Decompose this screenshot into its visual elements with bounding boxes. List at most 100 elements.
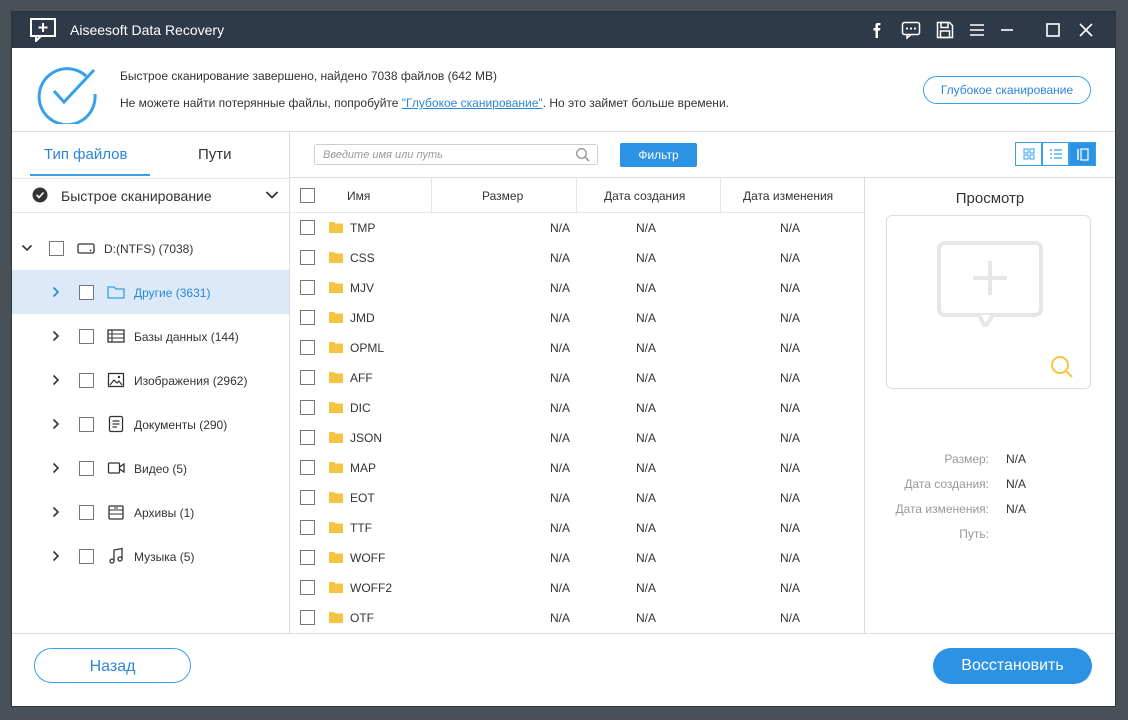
search-input[interactable]: Введите имя или путь xyxy=(314,144,598,165)
deep-scan-link[interactable]: "Глубокое сканирование" xyxy=(402,96,543,110)
sidebar-item[interactable]: Видео (5) xyxy=(12,446,289,490)
chevron-right-icon[interactable] xyxy=(50,374,62,386)
back-button[interactable]: Назад xyxy=(34,648,191,683)
zoom-icon[interactable] xyxy=(1049,354,1075,380)
list-view-icon xyxy=(1050,149,1062,159)
row-checkbox[interactable] xyxy=(300,460,315,475)
table-row[interactable]: WOFF2 N/A N/A N/A xyxy=(290,572,864,602)
folder-icon xyxy=(329,252,343,263)
app-logo-icon xyxy=(30,18,56,42)
chevron-right-icon[interactable] xyxy=(50,286,62,298)
drive-checkbox[interactable] xyxy=(49,241,64,256)
folder-icon xyxy=(329,402,343,413)
scan-mode-selector[interactable]: Быстрое сканирование xyxy=(12,178,289,213)
sidebar-item-checkbox[interactable] xyxy=(79,329,94,344)
folder-icon xyxy=(329,342,343,353)
column-header-created[interactable]: Дата создания xyxy=(604,189,685,203)
chevron-right-icon[interactable] xyxy=(50,418,62,430)
minimize-icon[interactable] xyxy=(996,19,1018,41)
row-checkbox[interactable] xyxy=(300,340,315,355)
file-name: OTF xyxy=(350,611,374,625)
row-checkbox[interactable] xyxy=(300,370,315,385)
column-header-modified[interactable]: Дата изменения xyxy=(743,189,833,203)
table-row[interactable]: CSS N/A N/A N/A xyxy=(290,242,864,272)
select-all-checkbox[interactable] xyxy=(300,188,315,203)
maximize-icon[interactable] xyxy=(1042,19,1064,41)
music-icon xyxy=(109,547,123,564)
table-row[interactable]: EOT N/A N/A N/A xyxy=(290,482,864,512)
table-row[interactable]: MJV N/A N/A N/A xyxy=(290,272,864,302)
row-checkbox[interactable] xyxy=(300,250,315,265)
table-row[interactable]: TTF N/A N/A N/A xyxy=(290,512,864,542)
row-checkbox[interactable] xyxy=(300,490,315,505)
folder-icon xyxy=(329,612,343,623)
sidebar-item-checkbox[interactable] xyxy=(79,461,94,476)
scan-result-header: Быстрое сканирование завершено, найдено … xyxy=(12,48,1115,132)
grid-view-button[interactable] xyxy=(1015,142,1042,166)
sidebar-item-checkbox[interactable] xyxy=(79,505,94,520)
filter-button[interactable]: Фильтр xyxy=(620,143,697,167)
row-checkbox[interactable] xyxy=(300,280,315,295)
chevron-right-icon[interactable] xyxy=(50,462,62,474)
chevron-down-icon[interactable] xyxy=(265,189,279,201)
meta-size-value: N/A xyxy=(1006,452,1027,466)
table-row[interactable]: WOFF N/A N/A N/A xyxy=(290,542,864,572)
sidebar-item-label: Видео (5) xyxy=(134,462,188,476)
row-checkbox[interactable] xyxy=(300,610,315,625)
sidebar-item-checkbox[interactable] xyxy=(79,549,94,564)
tab-file-type[interactable]: Тип файлов xyxy=(44,146,127,163)
table-row[interactable]: TMP N/A N/A N/A xyxy=(290,212,864,242)
folder-icon xyxy=(329,462,343,473)
row-checkbox[interactable] xyxy=(300,520,315,535)
sidebar-item[interactable]: Архивы (1) xyxy=(12,490,289,534)
sidebar-item[interactable]: Базы данных (144) xyxy=(12,314,289,358)
search-icon[interactable] xyxy=(575,147,591,163)
chevron-right-icon[interactable] xyxy=(50,330,62,342)
table-row[interactable]: JSON N/A N/A N/A xyxy=(290,422,864,452)
column-header-name[interactable]: Имя xyxy=(347,189,370,203)
table-row[interactable]: MAP N/A N/A N/A xyxy=(290,452,864,482)
file-name: MJV xyxy=(350,281,374,295)
row-checkbox[interactable] xyxy=(300,220,315,235)
tab-paths[interactable]: Пути xyxy=(198,146,232,163)
file-created: N/A xyxy=(636,551,657,565)
file-modified: N/A xyxy=(780,401,801,415)
sidebar-item[interactable]: Другие (3631) xyxy=(12,270,289,314)
row-checkbox[interactable] xyxy=(300,430,315,445)
row-checkbox[interactable] xyxy=(300,310,315,325)
chevron-right-icon[interactable] xyxy=(50,550,62,562)
table-row[interactable]: OTF N/A N/A N/A xyxy=(290,602,864,632)
deep-scan-button[interactable]: Глубокое сканирование xyxy=(923,76,1091,104)
column-header-size[interactable]: Размер xyxy=(482,189,523,203)
chevron-right-icon[interactable] xyxy=(50,506,62,518)
active-tab-indicator xyxy=(30,174,150,176)
list-view-button[interactable] xyxy=(1042,142,1069,166)
column-divider xyxy=(431,178,432,212)
row-checkbox[interactable] xyxy=(300,550,315,565)
chevron-down-icon[interactable] xyxy=(21,242,33,254)
save-icon[interactable] xyxy=(934,19,956,41)
folder-icon xyxy=(329,282,343,293)
preview-view-button[interactable] xyxy=(1069,142,1096,166)
sidebar-item-checkbox[interactable] xyxy=(79,285,94,300)
sidebar-item-checkbox[interactable] xyxy=(79,373,94,388)
table-row[interactable]: DIC N/A N/A N/A xyxy=(290,392,864,422)
file-name: CSS xyxy=(350,251,375,265)
chat-feedback-icon[interactable] xyxy=(900,19,922,41)
table-row[interactable]: OPML N/A N/A N/A xyxy=(290,332,864,362)
row-checkbox[interactable] xyxy=(300,400,315,415)
sidebar-item[interactable]: Документы (290) xyxy=(12,402,289,446)
file-created: N/A xyxy=(636,611,657,625)
close-icon[interactable] xyxy=(1075,19,1097,41)
menu-icon[interactable] xyxy=(966,19,988,41)
restore-button[interactable]: Восстановить xyxy=(933,648,1092,684)
meta-created-value: N/A xyxy=(1006,477,1027,491)
row-checkbox[interactable] xyxy=(300,580,315,595)
table-row[interactable]: JMD N/A N/A N/A xyxy=(290,302,864,332)
sidebar-item-checkbox[interactable] xyxy=(79,417,94,432)
tree-row-drive[interactable]: D:(NTFS) (7038) xyxy=(12,226,289,270)
sidebar-item[interactable]: Музыка (5) xyxy=(12,534,289,578)
table-row[interactable]: AFF N/A N/A N/A xyxy=(290,362,864,392)
sidebar-item[interactable]: Изображения (2962) xyxy=(12,358,289,402)
facebook-icon[interactable] xyxy=(866,19,888,41)
